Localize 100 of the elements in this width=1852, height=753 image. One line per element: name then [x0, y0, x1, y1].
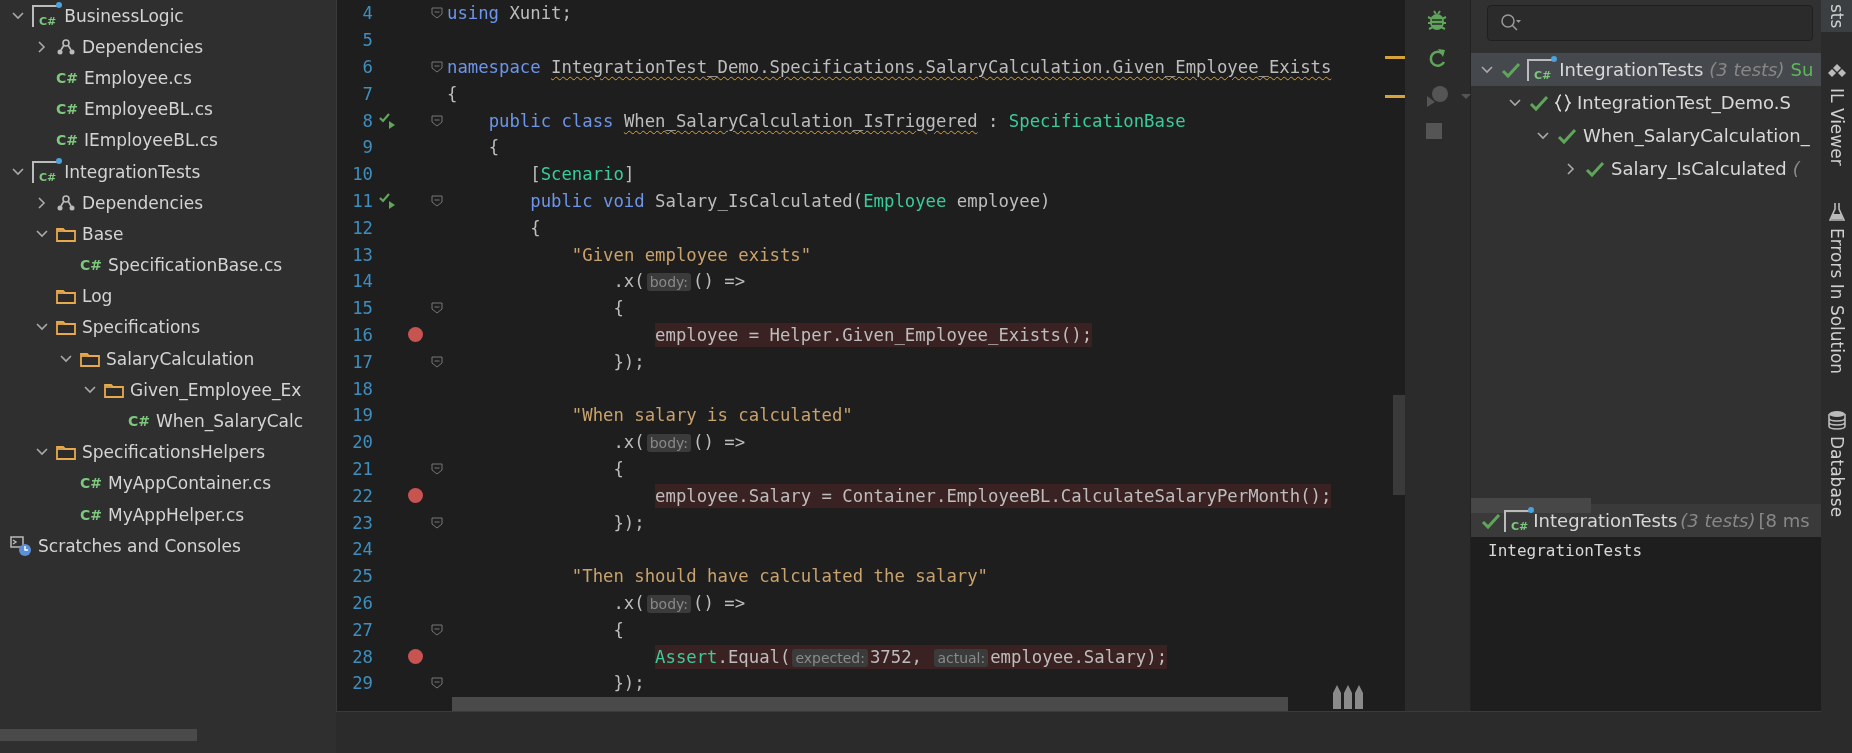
code-line: {	[530, 217, 541, 238]
code-line: {	[613, 619, 624, 640]
code-line: [Scenario]	[530, 164, 635, 185]
line-number: 10	[351, 164, 373, 185]
csharp-file-icon: C#	[56, 102, 78, 117]
code-line: using Xunit;	[447, 3, 572, 24]
tree-item-label[interactable]: Scratches and Consoles	[38, 535, 241, 556]
tree-item-label[interactable]: Specifications	[82, 317, 200, 338]
line-number: 17	[351, 351, 373, 372]
code-line: });	[613, 351, 645, 372]
code-line: {	[447, 83, 458, 104]
test-count: (3 tests)	[1709, 59, 1785, 80]
line-number: 26	[351, 592, 373, 613]
line-number: 14	[351, 271, 373, 292]
line-number: 7	[361, 83, 373, 104]
fold-marker-icon[interactable]	[431, 677, 443, 690]
test-count: (3 tests)	[1680, 510, 1756, 531]
tree-item-label[interactable]: IEmployeeBL.cs	[84, 130, 218, 151]
test-name: IntegrationTests	[1533, 510, 1678, 531]
line-number: 16	[351, 324, 373, 345]
side-tab[interactable]: Errors In Solution	[1821, 198, 1852, 379]
test-tree-row[interactable]: IntegrationTest_Demo.S	[1471, 86, 1821, 119]
code-line: "When salary is calculated"	[571, 405, 853, 426]
tree-item-label[interactable]: Dependencies	[82, 36, 203, 57]
line-number: 20	[351, 432, 373, 453]
code-line: .x( body: () =>	[613, 592, 746, 613]
breakpoint-icon[interactable]	[407, 649, 423, 664]
csharp-file-icon: C#	[80, 258, 102, 273]
csharp-file-icon: C#	[80, 507, 102, 522]
code-line: {	[613, 298, 624, 319]
search-icon	[1500, 13, 1522, 33]
code-line: namespace IntegrationTest_Demo.Specifications.SalaryCalculation.Given_Employee_Exists	[447, 57, 1332, 77]
tree-item-label[interactable]: Given_Employee_Ex	[130, 379, 302, 400]
test-name: IntegrationTests	[1559, 59, 1704, 80]
fold-marker-icon[interactable]	[431, 623, 443, 636]
fold-marker-icon[interactable]	[431, 194, 443, 207]
side-tab[interactable]: sts	[1821, 0, 1852, 33]
folder-icon	[56, 288, 76, 305]
line-number: 29	[351, 673, 373, 694]
folder-icon	[104, 381, 124, 398]
dependencies-icon	[56, 37, 76, 56]
fold-marker-icon[interactable]	[431, 114, 443, 127]
code-line: .x( body: () =>	[613, 432, 746, 453]
run-test-icon[interactable]	[379, 111, 397, 130]
csharp-file-icon: C#	[128, 414, 150, 429]
tree-item-label[interactable]: BusinessLogic	[64, 5, 184, 26]
scrollbar-thumb[interactable]	[1471, 498, 1591, 513]
fold-marker-icon[interactable]	[431, 462, 443, 475]
line-number: 18	[351, 378, 373, 399]
test-tree-row[interactable]: When_SalaryCalculation_	[1471, 119, 1821, 152]
line-number: 22	[351, 485, 373, 506]
tree-item-label[interactable]: SpecificationsHelpers	[82, 442, 266, 463]
tree-item-label[interactable]: IntegrationTests	[64, 161, 201, 182]
test-tree-row[interactable]: Salary_IsCalculated (	[1471, 152, 1821, 185]
tree-item-label[interactable]: Base	[82, 223, 124, 244]
test-status: Su	[1790, 59, 1814, 80]
scrollbar-thumb[interactable]	[0, 729, 197, 741]
side-tab[interactable]: IL Viewer	[1821, 60, 1852, 171]
breakpoint-icon[interactable]	[407, 488, 423, 504]
tree-item-label[interactable]: When_SalaryCalc	[156, 411, 304, 432]
test-name: When_SalaryCalculation_	[1583, 125, 1810, 146]
line-number: 6	[361, 57, 373, 77]
scrollbar-thumb[interactable]	[1393, 395, 1405, 495]
dependencies-icon	[56, 193, 76, 212]
flask-icon	[1828, 202, 1845, 223]
tree-item-label[interactable]: Dependencies	[82, 192, 203, 213]
line-number: 28	[351, 646, 373, 667]
tree-item-label[interactable]: Employee.cs	[84, 67, 192, 88]
breakpoint-icon[interactable]	[407, 327, 423, 343]
tree-item-label[interactable]: MyAppHelper.cs	[108, 504, 245, 525]
tree-item-label[interactable]: SpecificationBase.cs	[108, 255, 283, 276]
code-line: .x( body: () =>	[613, 271, 746, 292]
csharp-file-icon: C#	[56, 70, 78, 85]
tree-item-label[interactable]: MyAppContainer.cs	[108, 473, 272, 494]
line-number: 13	[351, 244, 373, 265]
fold-marker-icon[interactable]	[431, 7, 443, 20]
scrollbar-thumb[interactable]	[452, 697, 1288, 711]
side-tab[interactable]: Database	[1821, 406, 1852, 522]
bug-icon[interactable]	[1425, 8, 1449, 32]
search-field[interactable]	[1487, 5, 1813, 41]
fold-marker-icon[interactable]	[431, 302, 443, 315]
tree-item-label[interactable]: EmployeeBL.cs	[84, 99, 213, 120]
fold-marker-icon[interactable]	[431, 516, 443, 529]
line-number: 25	[351, 566, 373, 587]
code-line: });	[613, 673, 645, 694]
test-duration: [8 ms	[1758, 510, 1810, 531]
tree-item-label[interactable]: Log	[82, 286, 113, 307]
fold-marker-icon[interactable]	[431, 355, 443, 368]
run-test-icon[interactable]	[379, 191, 397, 210]
tree-item-label[interactable]: SalaryCalculation	[106, 348, 255, 369]
test-name: IntegrationTest_Demo.S	[1577, 92, 1791, 113]
line-number: 23	[351, 512, 373, 533]
test-count: (	[1792, 158, 1800, 179]
braces-icon	[1555, 92, 1571, 113]
fold-marker-icon[interactable]	[431, 61, 443, 73]
folder-icon	[80, 350, 100, 367]
line-number: 21	[351, 458, 373, 479]
test-tree-row[interactable]: C# IntegrationTests (3 tests) Su	[1471, 53, 1821, 86]
line-number: 5	[361, 30, 373, 51]
code-line: "Then should have calculated the salary"	[571, 566, 989, 587]
